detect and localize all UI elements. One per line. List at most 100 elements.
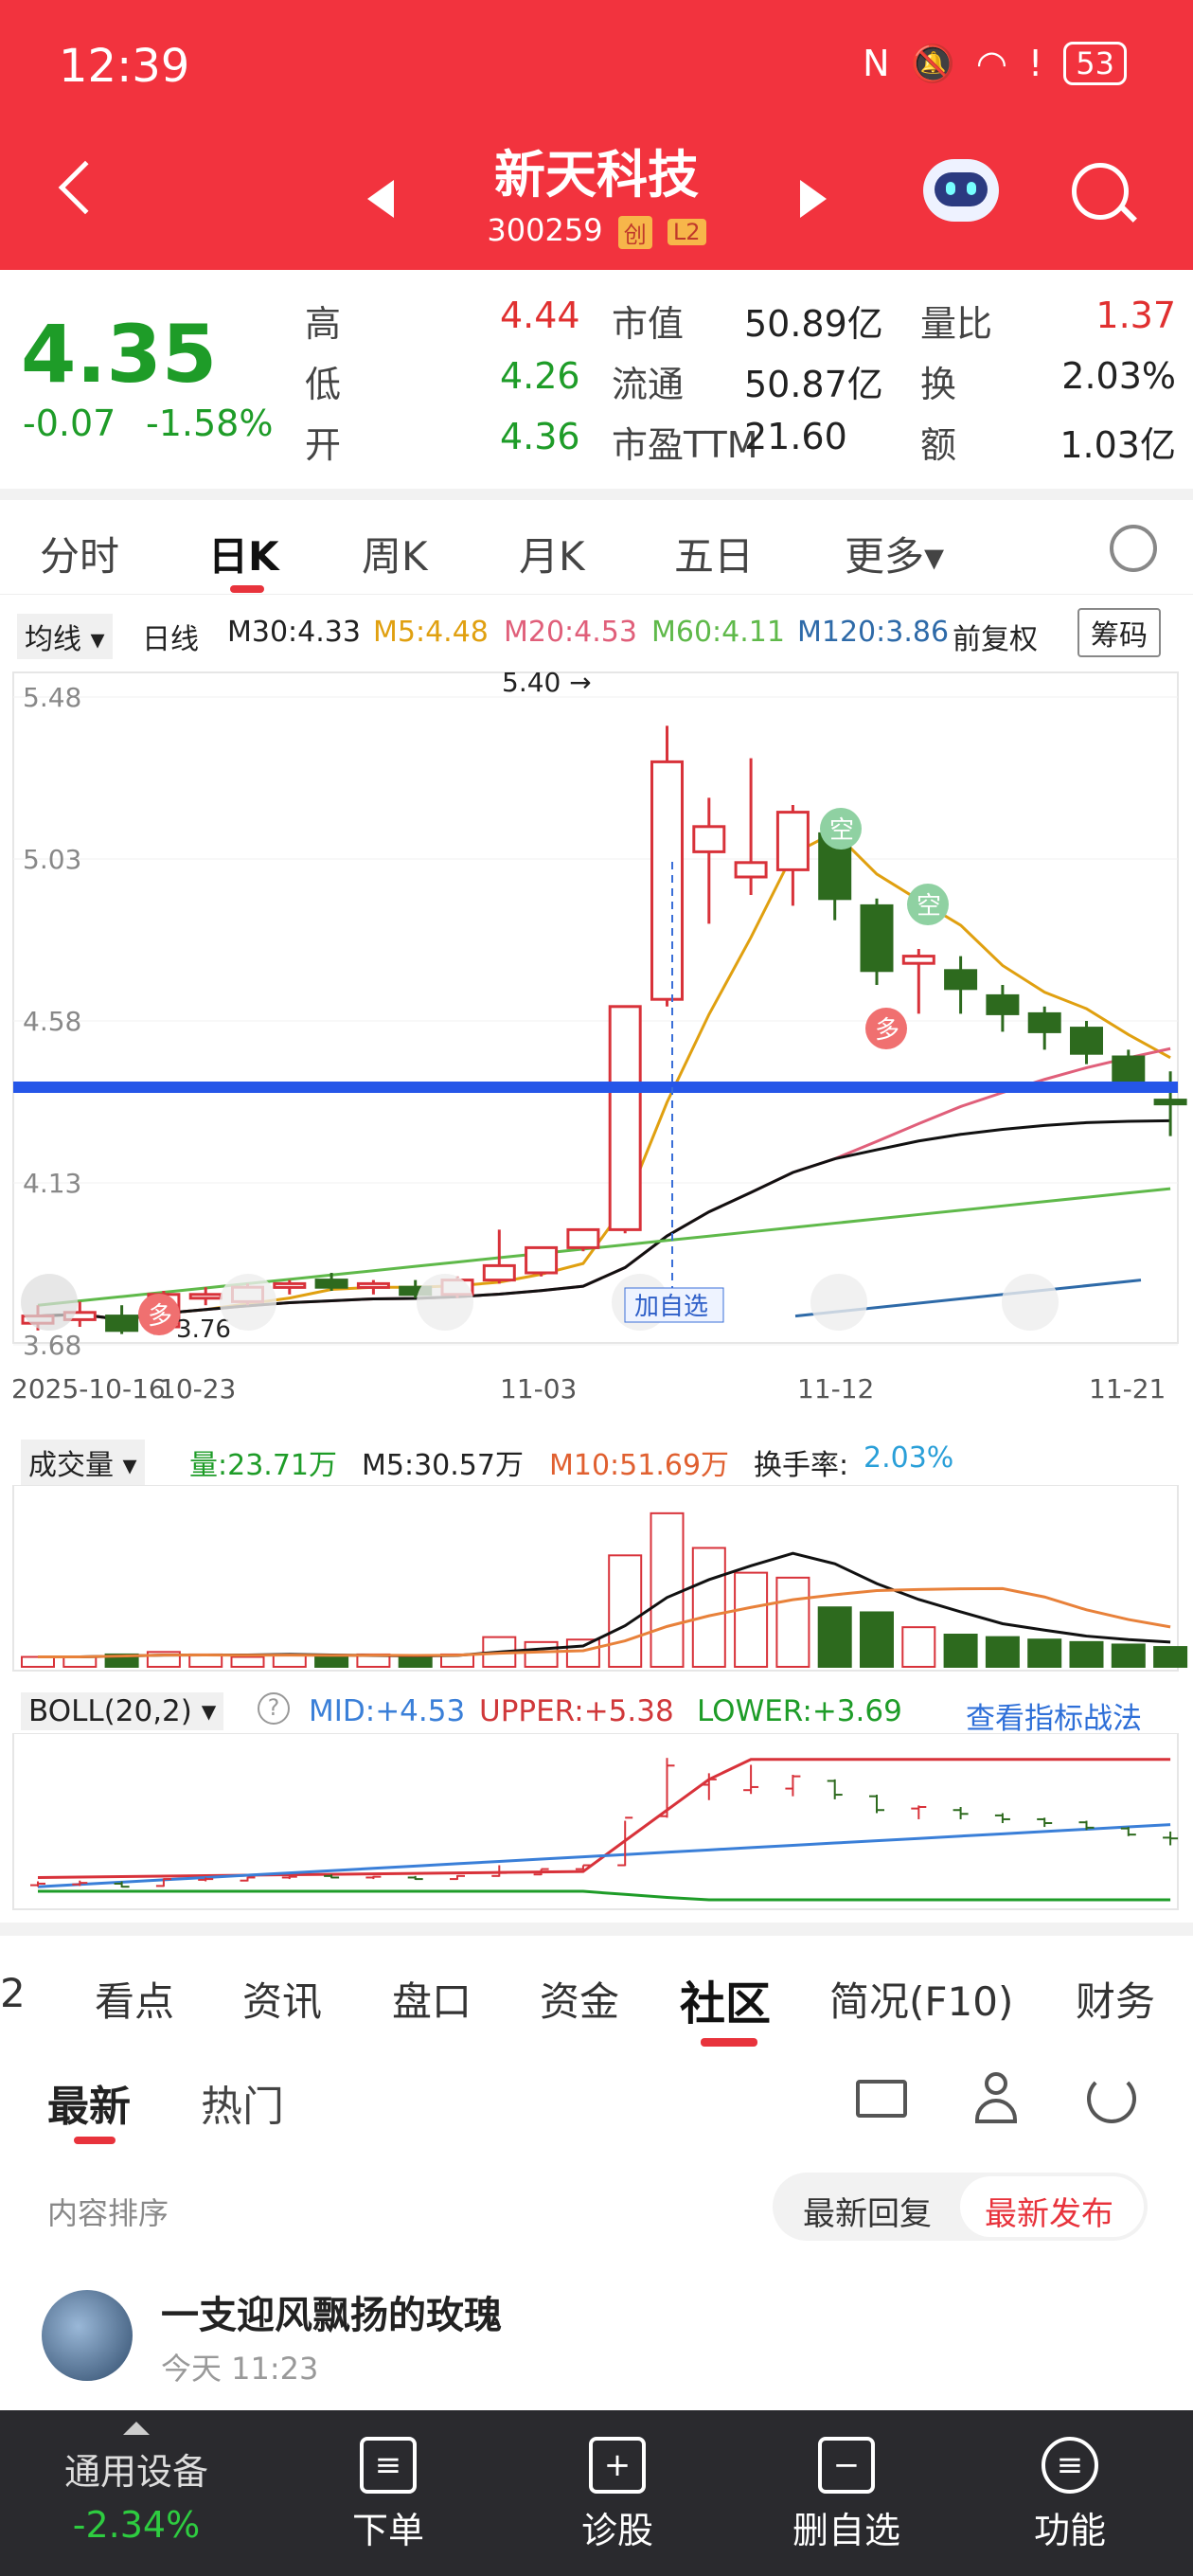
sector-change: -2.34% <box>72 2504 201 2546</box>
sort-row: 内容排序 最新回复 最新发布 <box>0 2159 1193 2254</box>
tab-kandian[interactable]: 看点 <box>95 1970 174 2028</box>
search-icon[interactable] <box>1072 163 1129 220</box>
y-tick-label: 5.48 <box>23 682 81 713</box>
volume-bar <box>691 1547 726 1668</box>
bottom-bar: 通用设备 -2.34% ≡ 下单 + 诊股 − 删自选 ≡ 功能 <box>0 2410 1193 2576</box>
volume-bar <box>1111 1643 1146 1668</box>
stock-name: 新天科技 <box>494 145 699 205</box>
open-value: 4.36 <box>500 416 580 457</box>
vr-label: 量比 <box>920 303 993 345</box>
turnover-value: 2.03% <box>864 1441 954 1475</box>
tab-more[interactable]: 更多▾ <box>845 525 944 582</box>
tab-f10[interactable]: 简况(F10) <box>829 1970 1013 2028</box>
function-button[interactable]: ≡ 功能 <box>975 2410 1165 2553</box>
section-tabs: 2 看点 资讯 盘口 资金 社区 简况(F10) 财务 <box>0 1923 1193 2047</box>
volume-bar <box>985 1636 1020 1669</box>
candle-body <box>273 1281 307 1289</box>
post-username[interactable]: 一支迎风飘扬的玫瑰 <box>161 2284 502 2339</box>
help-icon[interactable]: ? <box>258 1692 290 1725</box>
tag-l2: L2 <box>667 219 706 245</box>
post-item[interactable]: 一支迎风飘扬的玫瑰 今天 11:23 <box>0 2263 1193 2406</box>
tab-funds[interactable]: 资金 <box>540 1970 619 2028</box>
boll-header: BOLL(20,2) ▾ ? MID:+4.53 UPPER:+5.38 LOW… <box>0 1681 1193 1738</box>
tag-chuang: 创 <box>617 215 652 249</box>
volume-value: 量:23.71万 <box>189 1449 337 1482</box>
volume-bar <box>524 1640 559 1669</box>
settings-icon[interactable] <box>1110 525 1157 572</box>
float-label: 流通 <box>612 364 685 405</box>
remove-watch-button[interactable]: − 删自选 <box>752 2410 941 2553</box>
volume-bar <box>608 1554 643 1668</box>
robot-icon[interactable] <box>923 159 999 222</box>
vr-value: 1.37 <box>1095 295 1176 336</box>
boll-chart[interactable] <box>0 1733 1193 1913</box>
avatar[interactable] <box>42 2290 133 2381</box>
tab-hot[interactable]: 热门 <box>201 2072 284 2133</box>
price-change-pct: -1.58% <box>146 402 274 444</box>
boll-mid: MID:+4.53 <box>309 1694 466 1728</box>
tab-fenshi[interactable]: 分时 <box>40 525 119 582</box>
y-tick-label: 4.58 <box>23 1006 81 1037</box>
signal-kong-2-label: 空 <box>917 892 941 921</box>
function-label: 功能 <box>1033 2510 1106 2551</box>
stock-code: 300259 <box>487 212 603 248</box>
y-tick-label: 4.13 <box>23 1168 81 1199</box>
refresh-icon[interactable] <box>1087 2074 1136 2123</box>
volume-selector[interactable]: 成交量 ▾ <box>21 1440 145 1485</box>
tab-prev[interactable]: 2 <box>0 1970 26 2016</box>
mail-icon[interactable] <box>856 2080 907 2118</box>
scroll-left-button[interactable] <box>21 1274 78 1331</box>
boll-selector[interactable]: BOLL(20,2) ▾ <box>21 1692 224 1730</box>
diag-button[interactable]: + 诊股 <box>523 2410 712 2553</box>
tab-five-day[interactable]: 五日 <box>674 525 754 582</box>
remove-watch-icon: − <box>818 2437 875 2494</box>
indicator-tips-link[interactable]: 查看指标战法 <box>966 1694 1142 1737</box>
sort-label: 内容排序 <box>47 2195 169 2231</box>
sort-reply-button[interactable]: 最新回复 <box>803 2188 932 2234</box>
tab-latest[interactable]: 最新 <box>47 2072 131 2133</box>
tab-community[interactable]: 社区 <box>680 1966 771 2032</box>
tab-finance[interactable]: 财务 <box>1076 1970 1155 2028</box>
signal-kong-1-label: 空 <box>829 816 854 845</box>
ma-selector[interactable]: 均线 ▾ <box>17 614 113 659</box>
boll-upper: UPPER:+5.38 <box>479 1694 674 1728</box>
volume-bar <box>734 1571 769 1668</box>
volume-bar <box>901 1626 936 1668</box>
sector-button[interactable]: 通用设备 -2.34% <box>42 2410 231 2546</box>
turn-value: 2.03% <box>1061 355 1176 397</box>
high-label: 高 <box>305 303 342 345</box>
sort-publish-label: 最新发布 <box>985 2195 1113 2233</box>
candle-body <box>188 1293 223 1300</box>
status-time: 12:39 <box>59 40 190 93</box>
tab-weekly-k[interactable]: 周K <box>362 525 428 582</box>
next-button[interactable] <box>810 1274 867 1331</box>
stock-code-row: 300259 创 L2 <box>0 212 1193 249</box>
tab-indicator <box>74 2137 116 2144</box>
zoom-in-button[interactable] <box>220 1274 276 1331</box>
volume-chart[interactable] <box>0 1485 1193 1674</box>
tab-news[interactable]: 资讯 <box>242 1970 322 2028</box>
ma-row: 均线 ▾ 日线 M30:4.33 M5:4.48 M20:4.53 M60:4.… <box>0 606 1193 663</box>
adj-label[interactable]: 前复权 <box>953 616 1038 657</box>
amt-label: 额 <box>920 424 957 466</box>
tab-monthly-k[interactable]: 月K <box>519 525 585 582</box>
order-icon: ≡ <box>360 2437 417 2494</box>
candle-body <box>650 760 684 1001</box>
candle-body <box>901 955 935 965</box>
candle-body <box>986 993 1020 1015</box>
zoom-out-button[interactable] <box>417 1274 473 1331</box>
y-tick-label: 5.03 <box>23 844 81 875</box>
mcap-label: 市值 <box>612 303 685 345</box>
tab-daily-k[interactable]: 日K <box>208 525 279 582</box>
volume-header: 成交量 ▾ 量:23.71万 M5:30.57万 M10:51.69万 换手率:… <box>0 1428 1193 1485</box>
volume-bar <box>62 1655 98 1669</box>
user-icon[interactable] <box>975 2072 1017 2123</box>
fullscreen-button[interactable] <box>1002 1274 1059 1331</box>
candle-body <box>105 1315 139 1333</box>
order-button[interactable]: ≡ 下单 <box>294 2410 483 2553</box>
menu-icon: ≡ <box>1042 2437 1098 2494</box>
battery-icon: 53 <box>1063 42 1127 85</box>
tab-pankou[interactable]: 盘口 <box>392 1970 472 2028</box>
chip-button[interactable]: 筹码 <box>1077 608 1161 657</box>
kline-chart[interactable]: 5.48 5.03 4.58 4.13 3.68 2025-10-1610-23 11-0… <box>0 663 1193 1411</box>
